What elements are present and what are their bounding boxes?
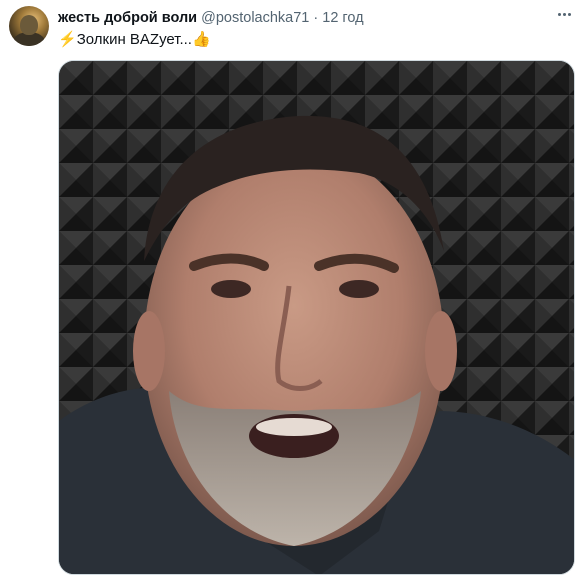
tweet-media[interactable] xyxy=(58,60,575,575)
video-frame xyxy=(59,61,574,574)
header-separator: · xyxy=(313,10,319,26)
author-avatar[interactable] xyxy=(9,6,49,46)
more-options-icon[interactable] xyxy=(552,2,576,26)
tweet-timestamp[interactable]: 12 год xyxy=(322,10,363,26)
tweet-header: жесть доброй воли @postolachka71 · 12 го… xyxy=(58,8,364,28)
author-name[interactable]: жесть доброй воли xyxy=(58,10,197,26)
lightning-icon: ⚡ xyxy=(58,31,77,48)
author-handle[interactable]: @postolachka71 xyxy=(201,10,309,26)
tweet-text: ⚡Золкин BAZует...👍 xyxy=(58,30,211,50)
tweet-body: Золкин BAZует... xyxy=(76,31,192,48)
thumbs-up-icon: 👍 xyxy=(191,31,211,48)
tweet[interactable]: жесть доброй воли @postolachka71 · 12 го… xyxy=(0,0,585,578)
